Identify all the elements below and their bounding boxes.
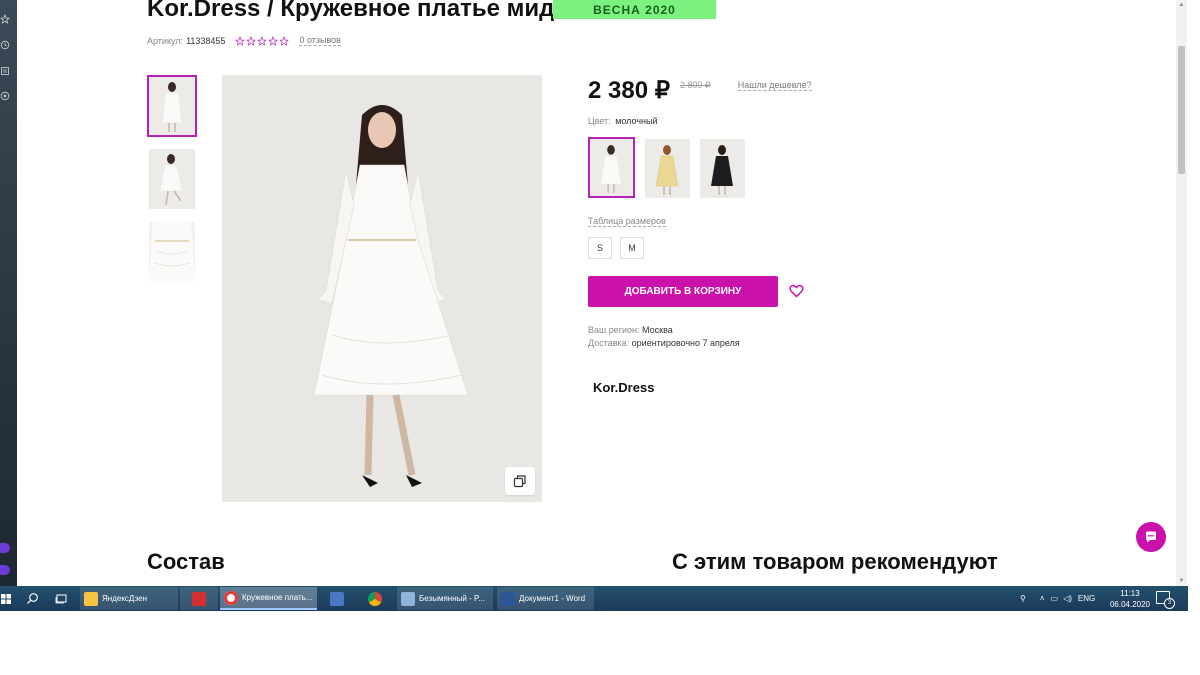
old-price: 2 800 ₽ — [680, 80, 711, 90]
notification-center-button[interactable]: 3 — [1156, 591, 1175, 609]
bookmarks-icon[interactable] — [0, 66, 10, 76]
found-cheaper-link[interactable]: Нашли дешевле? — [737, 80, 812, 91]
scroll-up-arrow[interactable]: ▲ — [1176, 0, 1187, 10]
star-icon — [235, 35, 246, 46]
heart-icon — [789, 284, 804, 298]
color-value: молочный — [615, 116, 658, 126]
yandex-browser-icon — [224, 590, 238, 605]
system-tray: ⚲ ˄ ▭ ◁) ENG — [1020, 586, 1095, 611]
clock-date: 06.04.2020 — [1109, 600, 1151, 609]
scroll-down-arrow[interactable]: ▼ — [1176, 576, 1187, 586]
star-icon[interactable] — [0, 14, 10, 24]
brand-logo[interactable]: Kor.Dress — [593, 380, 654, 395]
chrome-icon — [368, 591, 382, 606]
color-swatch-yellow[interactable] — [645, 139, 690, 198]
size-button-m[interactable]: M — [620, 237, 644, 259]
taskbar-item-chrome[interactable] — [360, 587, 390, 610]
taskbar-item-browser[interactable]: Кружевное плать... — [220, 587, 317, 610]
taskbar-clock[interactable]: 11:13 06.04.2020 — [1108, 588, 1152, 610]
play-icon[interactable] — [0, 91, 10, 101]
star-icon — [268, 35, 279, 46]
search-button[interactable] — [20, 586, 44, 611]
language-indicator[interactable]: ENG — [1078, 594, 1095, 603]
network-icon[interactable]: ▭ — [1051, 594, 1059, 603]
taskbar-item-label: Безымянный - P... — [419, 594, 485, 603]
product-meta: Артикул: 11338455 0 отзывов — [147, 35, 341, 46]
taskbar-item-label: Кружевное плать... — [242, 593, 313, 602]
paint-icon — [401, 591, 415, 606]
add-to-cart-button[interactable]: ДОБАВИТЬ В КОРЗИНУ — [588, 276, 778, 307]
delivery-label: Доставка: — [588, 338, 630, 348]
chat-icon — [1146, 531, 1156, 543]
thumbnail-detail[interactable] — [149, 221, 195, 281]
history-icon[interactable] — [0, 40, 10, 50]
star-icon — [279, 35, 290, 46]
start-button[interactable] — [0, 586, 12, 611]
zoom-button[interactable] — [505, 467, 535, 495]
delivery-line: Доставка: ориентировочно 7 апреля — [588, 338, 740, 348]
clock-time: 11:13 — [1120, 589, 1140, 598]
wishlist-button[interactable] — [789, 284, 804, 298]
product-title: Kor.Dress / Кружевное платье миди — [147, 0, 570, 22]
title-row: Kor.Dress / Кружевное платье миди — [147, 0, 569, 24]
color-label: Цвет: — [588, 116, 611, 126]
color-swatch-black[interactable] — [700, 139, 745, 198]
color-swatch-milk[interactable] — [588, 137, 635, 198]
taskbar-item-tool[interactable] — [322, 587, 352, 610]
windows-icon — [1, 593, 11, 604]
main-product-photo[interactable] — [222, 75, 542, 502]
alice-icon[interactable] — [0, 543, 10, 553]
size-table-link[interactable]: Таблица размеров — [588, 216, 666, 227]
magnifier-app-icon — [330, 591, 344, 606]
taskbar-item-label: ЯндексДзен — [102, 594, 148, 603]
scroll-thumb[interactable] — [1178, 46, 1185, 174]
taskbar-item-paint[interactable]: Безымянный - P... — [397, 587, 493, 610]
volume-icon[interactable]: ◁) — [1063, 594, 1072, 603]
folder-icon — [84, 591, 98, 606]
task-view-icon — [55, 594, 66, 604]
notification-count: 3 — [1164, 598, 1175, 609]
task-view-button[interactable] — [49, 586, 73, 611]
word-icon — [501, 591, 515, 606]
browser-sidebar — [0, 0, 17, 586]
chevron-up-icon[interactable]: ˄ — [1040, 594, 1045, 603]
region-line: Ваш регион: Москва — [588, 325, 673, 335]
rating-stars[interactable] — [235, 35, 290, 46]
copy-icon — [513, 475, 526, 488]
people-icon[interactable]: ⚲ — [1020, 594, 1026, 603]
current-price: 2 380 ₽ — [588, 77, 670, 104]
sku-value: 11338455 — [186, 35, 226, 46]
page-scrollbar[interactable]: ▲ ▼ — [1176, 0, 1187, 586]
taskbar-item-acrobat[interactable] — [180, 587, 218, 610]
pdf-icon — [192, 591, 206, 606]
star-icon — [246, 35, 257, 46]
composition-heading: Состав — [147, 549, 225, 574]
region-label: Ваш регион: — [588, 325, 640, 335]
taskbar-item-label: Документ1 - Word — [519, 594, 586, 603]
season-badge[interactable]: ВЕСНА 2020 — [553, 0, 716, 19]
messenger-icon[interactable] — [0, 565, 10, 575]
taskbar-item-explorer[interactable]: ЯндексДзен — [80, 587, 178, 610]
chat-button[interactable] — [1136, 522, 1166, 552]
taskbar-item-word[interactable]: Документ1 - Word — [497, 587, 594, 610]
thumbnail-side[interactable] — [149, 149, 195, 209]
search-icon — [26, 593, 38, 604]
region-value[interactable]: Москва — [642, 325, 673, 335]
thumbnail-front[interactable] — [147, 75, 197, 137]
color-label-row: Цвет: молочный — [588, 116, 658, 126]
price-row: 2 380 ₽ 2 800 ₽ Нашли дешевле? — [588, 76, 812, 105]
windows-taskbar: ЯндексДзен Кружевное плать... Безымянный… — [0, 586, 1188, 611]
star-icon — [257, 35, 268, 46]
delivery-value: ориентировочно 7 апреля — [631, 338, 740, 348]
reviews-link[interactable]: 0 отзывов — [299, 35, 341, 46]
sku-label: Артикул: — [147, 35, 184, 46]
size-button-s[interactable]: S — [588, 237, 612, 259]
recommended-heading: С этим товаром рекомендуют — [672, 549, 998, 574]
